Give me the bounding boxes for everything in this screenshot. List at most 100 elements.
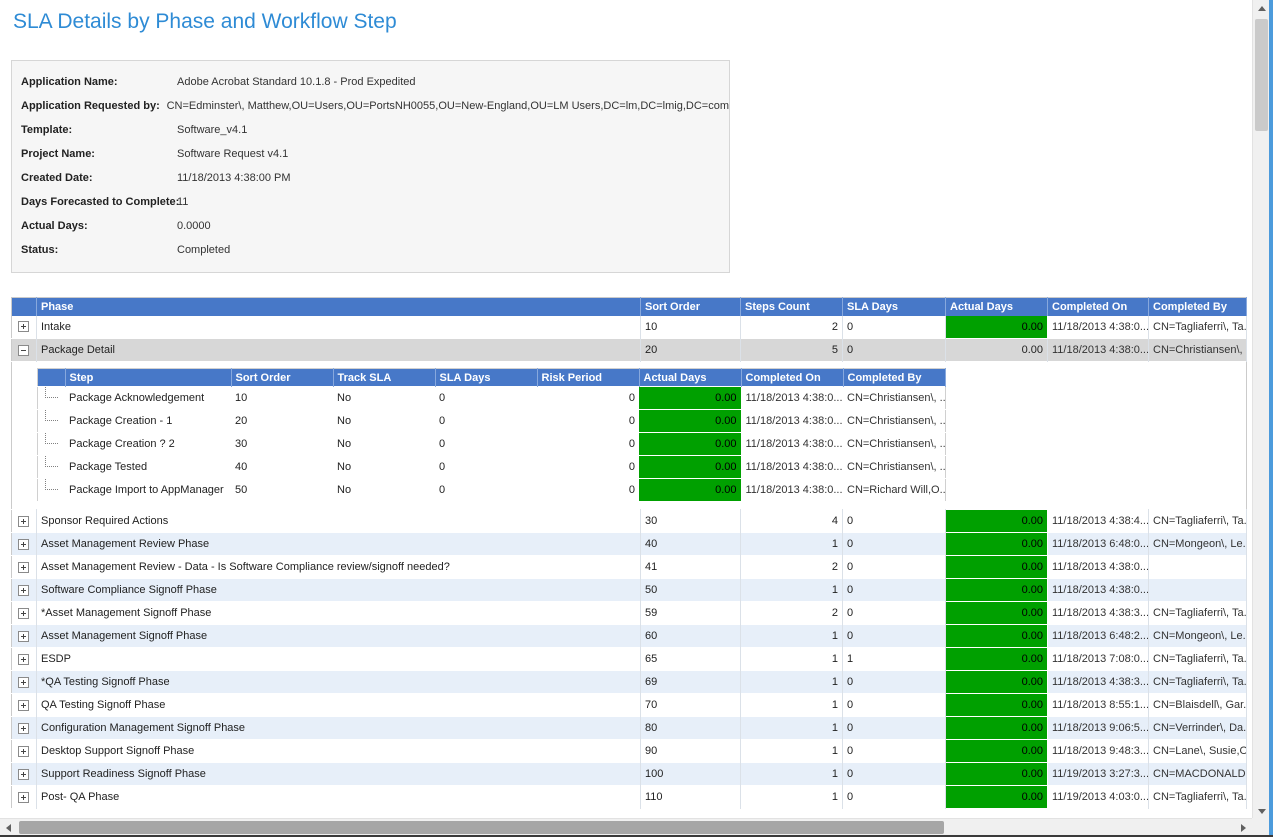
- info-label: Days Forecasted to Complete:: [12, 196, 177, 208]
- step-risk-period: 0: [537, 410, 639, 433]
- expand-icon[interactable]: [18, 700, 29, 711]
- phase-row: *QA Testing Signoff Phase69100.0011/18/2…: [12, 671, 1247, 694]
- right-arrow-icon: [1241, 824, 1246, 832]
- step-row: Package Creation - 120No000.0011/18/2013…: [37, 410, 945, 433]
- phase-completed-by: CN=Tagliaferri\, Ta...: [1149, 510, 1247, 533]
- phase-row: ESDP65110.0011/18/2013 7:08:0...CN=Tagli…: [12, 648, 1247, 671]
- phase-actual-days: 0.00: [946, 625, 1048, 648]
- expand-icon[interactable]: [18, 539, 29, 550]
- phase-row: *Asset Management Signoff Phase59200.001…: [12, 602, 1247, 625]
- phase-steps-count: 4: [741, 510, 843, 533]
- step-table: StepSort OrderTrack SLASLA DaysRisk Peri…: [37, 368, 946, 502]
- step-column-header: Actual Days: [639, 369, 741, 387]
- expand-icon[interactable]: [18, 654, 29, 665]
- expander-cell: [12, 717, 37, 740]
- phase-completed-by: CN=Lane\, Susie,O...: [1149, 740, 1247, 763]
- phase-actual-days: 0.00: [946, 533, 1048, 556]
- phase-actual-days: 0.00: [946, 671, 1048, 694]
- phase-actual-days: 0.00: [946, 786, 1048, 809]
- info-label: Actual Days:: [12, 220, 177, 232]
- expand-icon[interactable]: [18, 585, 29, 596]
- horizontal-scrollbar[interactable]: [0, 818, 1252, 835]
- step-row: Package Tested40No000.0011/18/2013 4:38:…: [37, 456, 945, 479]
- column-header: Sort Order: [641, 298, 741, 316]
- phase-completed-by: CN=Mongeon\, Le...: [1149, 533, 1247, 556]
- info-value: 11/18/2013 4:38:00 PM: [177, 172, 291, 184]
- expander-cell: [12, 533, 37, 556]
- step-table-cell: StepSort OrderTrack SLASLA DaysRisk Peri…: [37, 362, 1247, 510]
- expand-icon[interactable]: [18, 677, 29, 688]
- step-risk-period: 0: [537, 479, 639, 502]
- info-row: Project Name:Software Request v4.1: [12, 142, 729, 166]
- phase-phase: Sponsor Required Actions: [37, 510, 641, 533]
- phase-phase: QA Testing Signoff Phase: [37, 694, 641, 717]
- phase-steps-count: 1: [741, 717, 843, 740]
- expand-icon[interactable]: [18, 321, 29, 332]
- phase-row: QA Testing Signoff Phase70100.0011/18/20…: [12, 694, 1247, 717]
- column-header: SLA Days: [843, 298, 946, 316]
- expander-cell: [12, 763, 37, 786]
- expand-icon[interactable]: [18, 723, 29, 734]
- phase-sort-order: 59: [641, 602, 741, 625]
- info-value: 0.0000: [177, 220, 211, 232]
- scroll-left-button[interactable]: [0, 819, 17, 836]
- step-column-header: Completed On: [741, 369, 843, 387]
- expand-icon[interactable]: [18, 746, 29, 757]
- step-track-sla: No: [333, 433, 435, 456]
- info-label: Template:: [12, 124, 177, 136]
- step-column-header: Step: [65, 369, 231, 387]
- info-value: Adobe Acrobat Standard 10.1.8 - Prod Exp…: [177, 76, 416, 88]
- phase-completed-on: 11/18/2013 4:38:4...: [1048, 510, 1149, 533]
- phase-completed-by: CN=MACDONALD...: [1149, 763, 1247, 786]
- expand-icon[interactable]: [18, 516, 29, 527]
- step-step: Package Tested: [65, 456, 231, 479]
- down-arrow-icon: [1258, 809, 1266, 814]
- step-table-row: StepSort OrderTrack SLASLA DaysRisk Peri…: [12, 362, 1247, 510]
- expand-icon[interactable]: [18, 631, 29, 642]
- expand-icon[interactable]: [18, 608, 29, 619]
- phase-sort-order: 50: [641, 579, 741, 602]
- vertical-scroll-thumb[interactable]: [1255, 19, 1268, 131]
- expander-cell: [12, 694, 37, 717]
- phase-sort-order: 65: [641, 648, 741, 671]
- phase-steps-count: 1: [741, 694, 843, 717]
- expand-icon[interactable]: [18, 769, 29, 780]
- phase-actual-days: 0.00: [946, 579, 1048, 602]
- info-row: Status:Completed: [12, 238, 729, 262]
- phase-sla-days: 0: [843, 510, 946, 533]
- report-window: SLA Details by Phase and Workflow Step A…: [0, 0, 1273, 837]
- phase-row: Post- QA Phase110100.0011/19/2013 4:03:0…: [12, 786, 1247, 809]
- tree-connector-icon: [45, 479, 58, 490]
- horizontal-scroll-thumb[interactable]: [19, 821, 944, 834]
- step-sort-order: 10: [231, 387, 333, 410]
- info-row: Application Requested by:CN=Edminster\, …: [12, 94, 729, 118]
- phase-sla-days: 0: [843, 602, 946, 625]
- expander-cell: [12, 316, 37, 339]
- expand-icon[interactable]: [18, 792, 29, 803]
- step-step: Package Creation ? 2: [65, 433, 231, 456]
- step-completed-on: 11/18/2013 4:38:0...: [741, 456, 843, 479]
- phase-steps-count: 1: [741, 625, 843, 648]
- phase-sort-order: 30: [641, 510, 741, 533]
- step-completed-by: CN=Christiansen\, ...: [843, 433, 945, 456]
- expand-icon[interactable]: [18, 562, 29, 573]
- scroll-right-button[interactable]: [1235, 819, 1252, 836]
- phase-steps-count: 2: [741, 556, 843, 579]
- collapse-icon[interactable]: [18, 345, 29, 356]
- expander-cell: [12, 510, 37, 533]
- info-rows: Application Name:Adobe Acrobat Standard …: [12, 70, 729, 262]
- vertical-scrollbar[interactable]: [1252, 0, 1269, 820]
- expander-cell: [12, 625, 37, 648]
- phase-actual-days: 0.00: [946, 740, 1048, 763]
- phase-phase: *QA Testing Signoff Phase: [37, 671, 641, 694]
- info-value: Software_v4.1: [177, 124, 247, 136]
- info-row: Created Date:11/18/2013 4:38:00 PM: [12, 166, 729, 190]
- phase-row: Configuration Management Signoff Phase80…: [12, 717, 1247, 740]
- phase-sla-days: 0: [843, 316, 946, 339]
- column-header: Completed On: [1048, 298, 1149, 316]
- phase-sort-order: 90: [641, 740, 741, 763]
- scroll-up-button[interactable]: [1253, 0, 1270, 17]
- phase-completed-on: 11/18/2013 4:38:0...: [1048, 339, 1149, 362]
- phase-completed-on: 11/19/2013 4:03:0...: [1048, 786, 1149, 809]
- phase-actual-days: 0.00: [946, 339, 1048, 362]
